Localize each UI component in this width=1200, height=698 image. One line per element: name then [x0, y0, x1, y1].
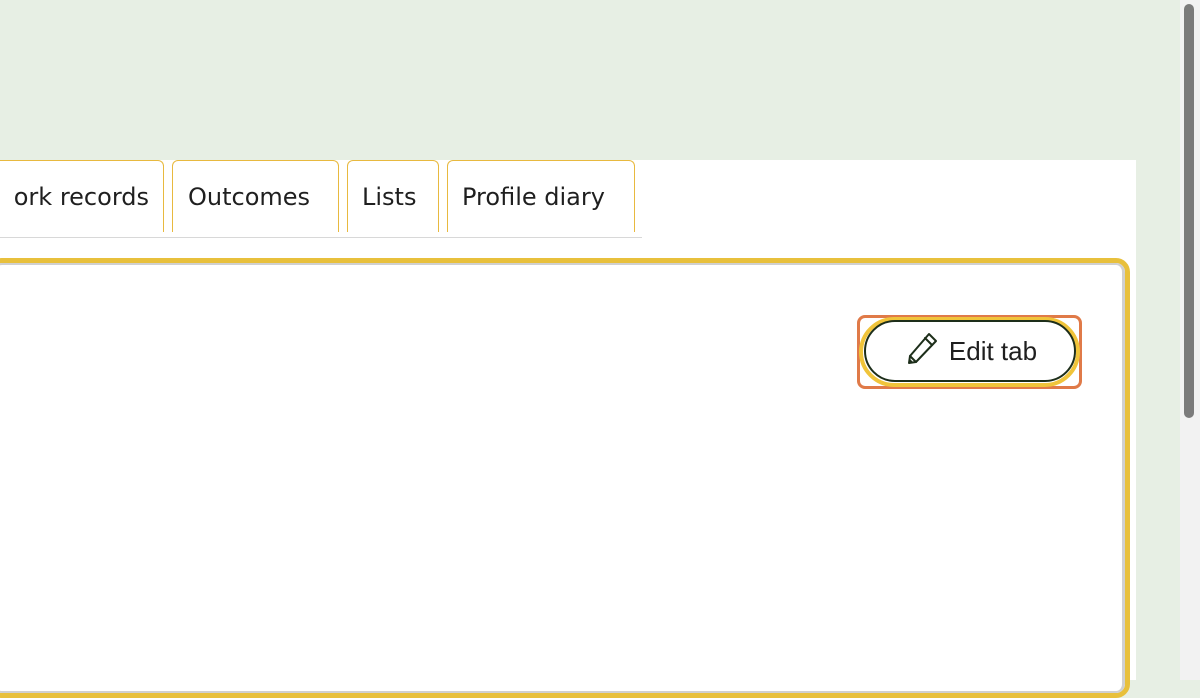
- edit-tab-button[interactable]: Edit tab: [864, 320, 1076, 382]
- scrollbar-thumb[interactable]: [1184, 4, 1194, 418]
- tab-bar-underline: [0, 237, 642, 238]
- tab-outcomes[interactable]: Outcomes: [172, 160, 339, 232]
- tab-label: Profile diary: [462, 183, 605, 211]
- tab-lists[interactable]: Lists: [347, 160, 439, 232]
- tab-label: ork records: [13, 183, 149, 211]
- tab-work-records[interactable]: ork records: [0, 160, 164, 232]
- pencil-icon: [903, 331, 941, 371]
- edit-tab-label: Edit tab: [948, 335, 1038, 366]
- tab-profile-diary[interactable]: Profile diary: [447, 160, 635, 232]
- tab-label: Lists: [362, 183, 417, 211]
- tab-label: Outcomes: [188, 183, 311, 211]
